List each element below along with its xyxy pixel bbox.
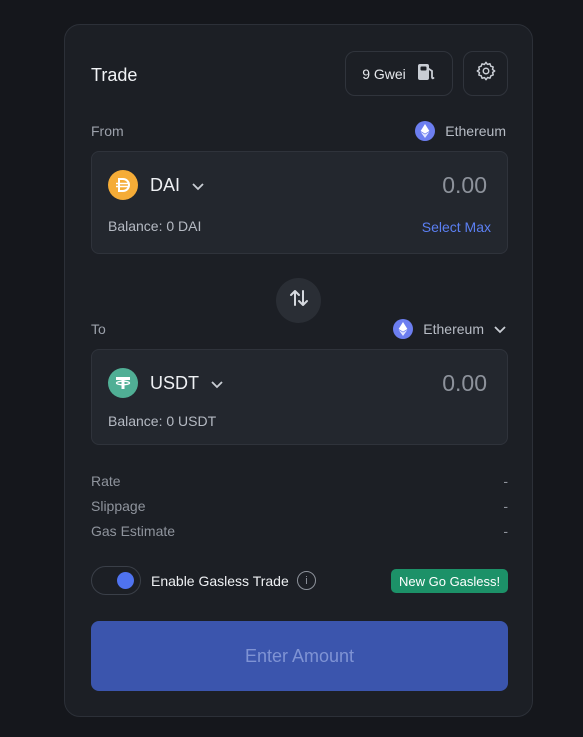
rate-row: Rate - — [91, 473, 508, 489]
gas-price-label: 9 Gwei — [362, 65, 406, 82]
gas-price-button[interactable]: 9 Gwei — [345, 51, 453, 96]
new-badge: New Go Gasless! — [391, 569, 509, 593]
from-label: From — [91, 123, 124, 139]
from-network-label: Ethereum — [445, 123, 506, 139]
ethereum-icon — [393, 319, 414, 339]
dai-icon — [108, 170, 138, 200]
swap-arrows-icon — [288, 287, 310, 314]
gasless-label: Enable Gasless Trade — [151, 573, 289, 589]
from-panel: DAI 0.00 Balance: 0 DAI Select Max — [91, 151, 508, 254]
select-max-link[interactable]: Select Max — [422, 219, 491, 235]
slippage-value: - — [503, 498, 508, 514]
rate-value: - — [503, 473, 508, 489]
gas-estimate-label: Gas Estimate — [91, 523, 176, 539]
chevron-down-icon — [211, 373, 223, 394]
to-label: To — [91, 321, 106, 337]
from-token-selector[interactable]: DAI — [108, 170, 204, 200]
gear-icon — [475, 60, 497, 87]
trade-card: Trade 9 Gwei From Ethereum DAI 0.00 Bala… — [64, 24, 533, 717]
from-network: Ethereum — [415, 121, 506, 141]
page-title: Trade — [91, 65, 138, 85]
gas-pump-icon — [416, 62, 436, 85]
info-icon[interactable]: i — [297, 571, 316, 590]
to-token-label: USDT — [150, 372, 199, 393]
from-balance: Balance: 0 DAI — [108, 218, 202, 234]
usdt-icon — [108, 368, 138, 398]
chevron-down-icon — [192, 175, 204, 196]
gasless-toggle[interactable] — [91, 566, 141, 595]
rate-label: Rate — [91, 473, 121, 489]
slippage-row: Slippage - — [91, 498, 508, 514]
toggle-knob — [117, 572, 134, 589]
to-amount-input[interactable]: 0.00 — [442, 370, 487, 397]
slippage-label: Slippage — [91, 498, 146, 514]
to-network-label: Ethereum — [423, 321, 484, 337]
enter-amount-button[interactable]: Enter Amount — [91, 621, 508, 691]
to-panel: USDT 0.00 Balance: 0 USDT — [91, 349, 508, 445]
to-balance: Balance: 0 USDT — [108, 413, 217, 429]
to-token-selector[interactable]: USDT — [108, 368, 223, 398]
gas-estimate-row: Gas Estimate - — [91, 523, 508, 539]
to-network-selector[interactable]: Ethereum — [393, 319, 506, 339]
chevron-down-icon — [494, 321, 506, 337]
swap-direction-button[interactable] — [276, 278, 321, 323]
from-token-label: DAI — [150, 174, 181, 195]
settings-button[interactable] — [463, 51, 508, 96]
from-amount-input[interactable]: 0.00 — [442, 172, 487, 199]
ethereum-icon — [415, 121, 436, 141]
gas-estimate-value: - — [503, 523, 508, 539]
